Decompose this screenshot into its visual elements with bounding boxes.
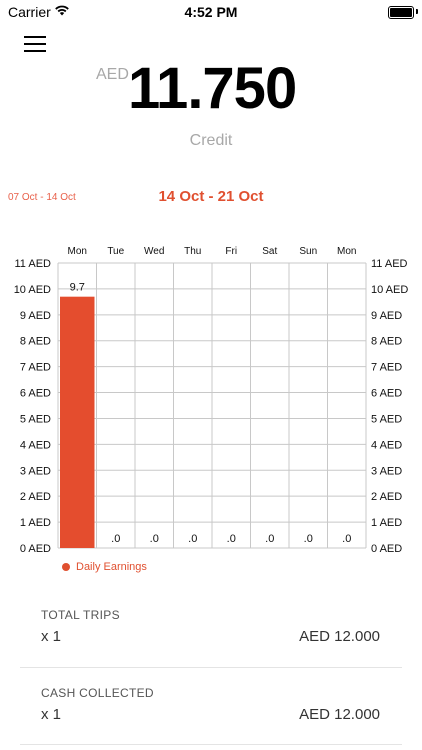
earnings-bar-chart: 0 AED 0 AED 1 AED 1 AED 2 AED 2 AED 3 AED 3 AED… bbox=[14, 246, 409, 555]
bar-value-label: 9.7 bbox=[70, 282, 85, 294]
x-tick-label: Mon bbox=[337, 246, 356, 257]
y-tick-label-right: 6 AED bbox=[371, 388, 402, 400]
bar-value-label: .0 bbox=[304, 533, 313, 545]
y-tick-label-left: 6 AED bbox=[20, 388, 51, 400]
status-bar: Carrier 4:52 PM bbox=[0, 0, 422, 24]
x-tick-label: Wed bbox=[144, 246, 164, 257]
battery-tip bbox=[416, 9, 418, 14]
y-tick-label-right: 1 AED bbox=[371, 517, 402, 529]
y-tick-label-left: 9 AED bbox=[20, 310, 51, 322]
x-tick-label: Mon bbox=[68, 246, 87, 257]
y-tick-label-right: 5 AED bbox=[371, 413, 402, 425]
y-tick-label-right: 11 AED bbox=[371, 258, 408, 270]
y-tick-label-right: 10 AED bbox=[371, 284, 408, 296]
hamburger-menu-icon[interactable] bbox=[24, 34, 46, 52]
cash-collected-title: CASH COLLECTED bbox=[41, 686, 154, 700]
balance-amount: 11.750 bbox=[128, 56, 297, 121]
bar-value-label: .0 bbox=[150, 533, 159, 545]
legend-dot-icon bbox=[62, 563, 70, 571]
total-trips-amount: AED 12.000 bbox=[299, 628, 380, 645]
bar-value-label: .0 bbox=[111, 533, 120, 545]
total-trips-count: x 1 bbox=[41, 628, 62, 645]
y-tick-label-left: 4 AED bbox=[20, 439, 51, 451]
y-tick-label-left: 2 AED bbox=[20, 491, 51, 503]
bar-value-label: .0 bbox=[265, 533, 274, 545]
bar-daily-earnings bbox=[60, 296, 95, 548]
y-tick-label-right: 0 AED bbox=[371, 543, 402, 555]
y-tick-label-left: 11 AED bbox=[15, 258, 52, 270]
y-tick-label-left: 5 AED bbox=[20, 413, 51, 425]
y-tick-label-right: 2 AED bbox=[371, 491, 402, 503]
x-tick-label: Sat bbox=[262, 246, 277, 257]
bar-value-label: .0 bbox=[342, 533, 351, 545]
clock-time: 4:52 PM bbox=[184, 4, 238, 20]
x-tick-label: Sun bbox=[299, 246, 317, 257]
y-tick-label-left: 10 AED bbox=[14, 284, 51, 296]
cash-collected-count: x 1 bbox=[41, 706, 62, 723]
balance-label: Credit bbox=[189, 132, 233, 149]
y-tick-label-left: 0 AED bbox=[20, 543, 51, 555]
x-tick-label: Fri bbox=[225, 246, 237, 257]
bar-value-label: .0 bbox=[188, 533, 197, 545]
x-tick-label: Tue bbox=[107, 246, 124, 257]
y-tick-label-right: 7 AED bbox=[371, 362, 402, 374]
chart-legend: Daily Earnings bbox=[62, 561, 147, 573]
battery-icon bbox=[388, 6, 414, 19]
cash-collected-amount: AED 12.000 bbox=[299, 706, 380, 723]
bar-value-label: .0 bbox=[227, 533, 236, 545]
y-tick-label-right: 3 AED bbox=[371, 465, 402, 477]
y-tick-label-left: 8 AED bbox=[20, 336, 51, 348]
current-week-title: 14 Oct - 21 Oct bbox=[158, 188, 264, 205]
y-tick-label-right: 4 AED bbox=[371, 439, 402, 451]
y-tick-label-left: 7 AED bbox=[20, 362, 51, 374]
y-tick-label-left: 3 AED bbox=[20, 465, 51, 477]
x-tick-label: Thu bbox=[184, 246, 201, 257]
y-tick-label-left: 1 AED bbox=[20, 517, 51, 529]
total-trips-title: TOTAL TRIPS bbox=[41, 608, 120, 622]
y-tick-label-right: 8 AED bbox=[371, 336, 402, 348]
y-tick-label-right: 9 AED bbox=[371, 310, 402, 322]
legend-label: Daily Earnings bbox=[76, 561, 147, 573]
balance-label-wrap: Credit bbox=[0, 132, 422, 150]
balance-currency: AED bbox=[96, 66, 129, 83]
